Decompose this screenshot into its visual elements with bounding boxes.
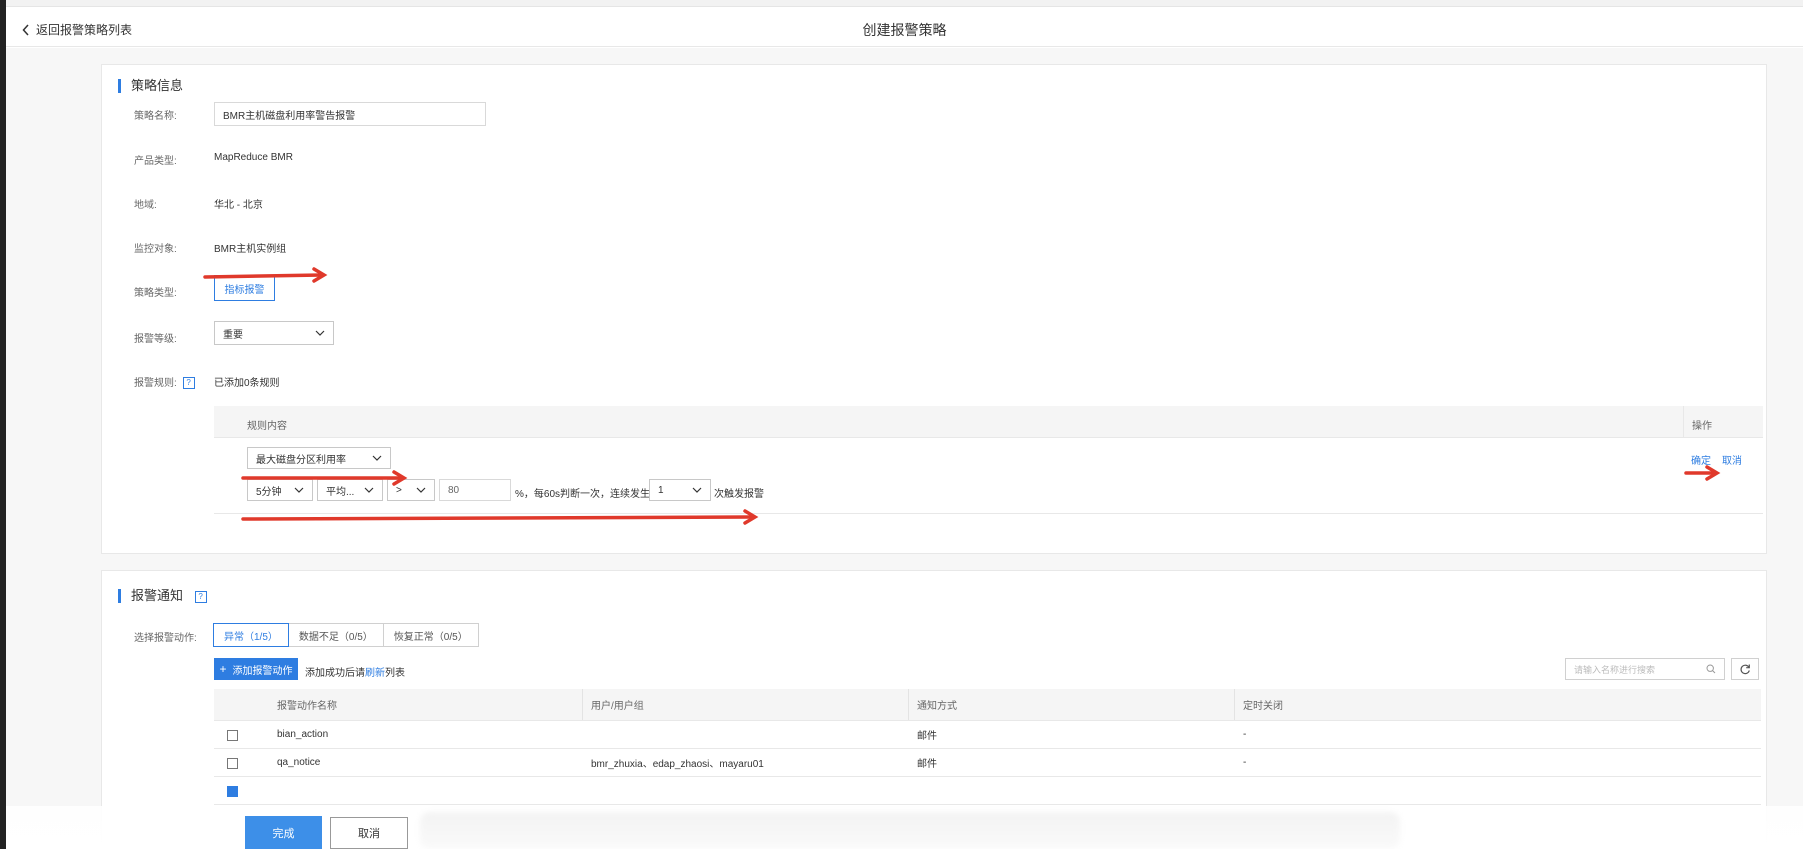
refresh-hint-suffix: 列表	[385, 668, 405, 679]
monitor-target-value: BMR主机实例组	[214, 244, 287, 255]
region-label: 地域:	[134, 200, 157, 211]
chevron-down-icon	[294, 487, 304, 493]
alarm-notify-title: 报警通知 ?	[118, 589, 207, 603]
policy-name-label: 策略名称:	[134, 111, 177, 122]
row-action-name: qa_notice	[277, 757, 321, 768]
col-notify-method: 通知方式	[908, 689, 957, 720]
tab-insufficient-data[interactable]: 数据不足（0/5）	[287, 623, 384, 647]
tab-recovered[interactable]: 恢复正常（0/5）	[382, 623, 479, 647]
metric-select[interactable]: 最大磁盘分区利用率	[247, 447, 391, 469]
alarm-level-select[interactable]: 重要	[214, 321, 334, 345]
statistic-select[interactable]: 平均...	[317, 479, 383, 501]
operator-select[interactable]: >	[387, 479, 435, 501]
row-notify-method: 邮件	[917, 731, 937, 742]
refresh-button[interactable]	[1731, 658, 1759, 680]
alarm-notify-title-text: 报警通知	[131, 588, 184, 603]
statistic-value: 平均...	[326, 486, 355, 498]
row-action-name: bian_action	[277, 729, 329, 740]
table-row	[214, 777, 1761, 805]
count-value: 1	[658, 484, 664, 496]
policy-info-title: 策略信息	[118, 79, 183, 93]
policy-info-panel: 策略信息 策略名称: BMR主机磁盘利用率警告报警 产品类型: MapReduc…	[101, 64, 1767, 554]
cancel-rule-link[interactable]: 取消	[1722, 452, 1742, 467]
product-type-label: 产品类型:	[134, 156, 177, 167]
metric-alarm-type-button[interactable]: 指标报警	[214, 275, 275, 301]
alarm-rules-label: 报警规则: ?	[134, 374, 195, 390]
cancel-button[interactable]: 取消	[330, 817, 408, 849]
table-row: bian_action 邮件 -	[214, 721, 1761, 749]
action-state-tabs: 异常（1/5） 数据不足（0/5） 恢复正常（0/5）	[213, 623, 479, 647]
row-notify-method: 邮件	[917, 759, 937, 770]
select-action-label: 选择报警动作:	[134, 633, 197, 644]
row-checkbox[interactable]	[227, 786, 238, 797]
rule-tail-text: 次触发报警	[714, 489, 764, 500]
product-type-value: MapReduce BMR	[214, 152, 293, 163]
tab-abnormal[interactable]: 异常（1/5）	[213, 623, 289, 647]
policy-type-label: 策略类型:	[134, 288, 177, 299]
alarm-rules-label-text: 报警规则:	[134, 378, 177, 389]
col-timed-close: 定时关闭	[1234, 689, 1283, 720]
chevron-down-icon	[372, 455, 382, 461]
rules-col-content: 规则内容	[247, 421, 287, 432]
refresh-hint-prefix: 添加成功后请	[305, 668, 365, 679]
row-users	[583, 721, 591, 748]
threshold-value: 80	[448, 484, 460, 496]
page-title: 创建报警策略	[862, 22, 947, 38]
refresh-icon	[1740, 664, 1750, 675]
count-select[interactable]: 1	[649, 479, 711, 501]
page-header: 返回报警策略列表 创建报警策略	[6, 7, 1803, 47]
row-checkbox[interactable]	[227, 730, 238, 741]
rule-mid-text: %，每60s判断一次，连续发生	[515, 489, 651, 500]
top-strip	[6, 0, 1803, 7]
region-value: 华北 - 北京	[214, 200, 263, 211]
chevron-down-icon	[692, 487, 702, 493]
monitor-target-label: 监控对象:	[134, 244, 177, 255]
refresh-link[interactable]: 刷新	[365, 668, 385, 679]
search-icon	[1706, 664, 1716, 674]
period-value: 5分钟	[256, 486, 282, 498]
rules-col-ops: 操作	[1683, 406, 1763, 438]
policy-name-value: BMR主机磁盘利用率警告报警	[223, 110, 356, 122]
operator-value: >	[396, 484, 402, 496]
row-timed-close: -	[1243, 757, 1247, 768]
col-users: 用户/用户组	[582, 689, 644, 720]
metric-value: 最大磁盘分区利用率	[256, 454, 346, 466]
search-placeholder: 请输入名称进行搜索	[1574, 664, 1656, 675]
table-row: qa_notice bmr_zhuxia、edap_zhaosi、mayaru0…	[214, 749, 1761, 777]
alarm-actions-table: 报警动作名称 用户/用户组 通知方式 定时关闭 bian_action 邮件 -…	[214, 689, 1761, 805]
row-users: bmr_zhuxia、edap_zhaosi、mayaru01	[591, 759, 764, 770]
confirm-rule-link[interactable]: 确定	[1691, 452, 1711, 467]
plus-icon: +	[219, 662, 227, 676]
done-button[interactable]: 完成	[245, 816, 322, 849]
alarm-level-value: 重要	[223, 329, 243, 341]
period-select[interactable]: 5分钟	[247, 479, 313, 501]
add-alarm-action-button[interactable]: + 添加报警动作	[214, 658, 298, 680]
alarm-level-label: 报警等级:	[134, 334, 177, 345]
chevron-down-icon	[416, 487, 426, 493]
table-header-row: 报警动作名称 用户/用户组 通知方式 定时关闭	[214, 689, 1761, 721]
refresh-hint: 添加成功后请刷新列表	[305, 664, 405, 679]
threshold-input[interactable]: 80	[439, 479, 511, 501]
rules-count-text: 已添加0条规则	[214, 378, 280, 389]
search-input[interactable]: 请输入名称进行搜索	[1565, 658, 1725, 680]
chevron-down-icon	[315, 330, 325, 336]
add-alarm-action-label: 添加报警动作	[232, 665, 293, 677]
row-timed-close: -	[1243, 729, 1247, 740]
help-icon[interactable]: ?	[182, 377, 195, 390]
help-icon[interactable]: ?	[194, 590, 207, 603]
chevron-down-icon	[364, 487, 374, 493]
rule-editor-row: 最大磁盘分区利用率 5分钟 平均... > 80 %，每60s判断一次，连续发生…	[214, 438, 1763, 514]
col-action-name: 报警动作名称	[277, 701, 337, 712]
row-checkbox[interactable]	[227, 758, 238, 769]
footer-shadow	[420, 812, 1400, 849]
rules-table-header: 规则内容 操作	[214, 406, 1763, 438]
policy-name-input[interactable]: BMR主机磁盘利用率警告报警	[214, 102, 486, 126]
